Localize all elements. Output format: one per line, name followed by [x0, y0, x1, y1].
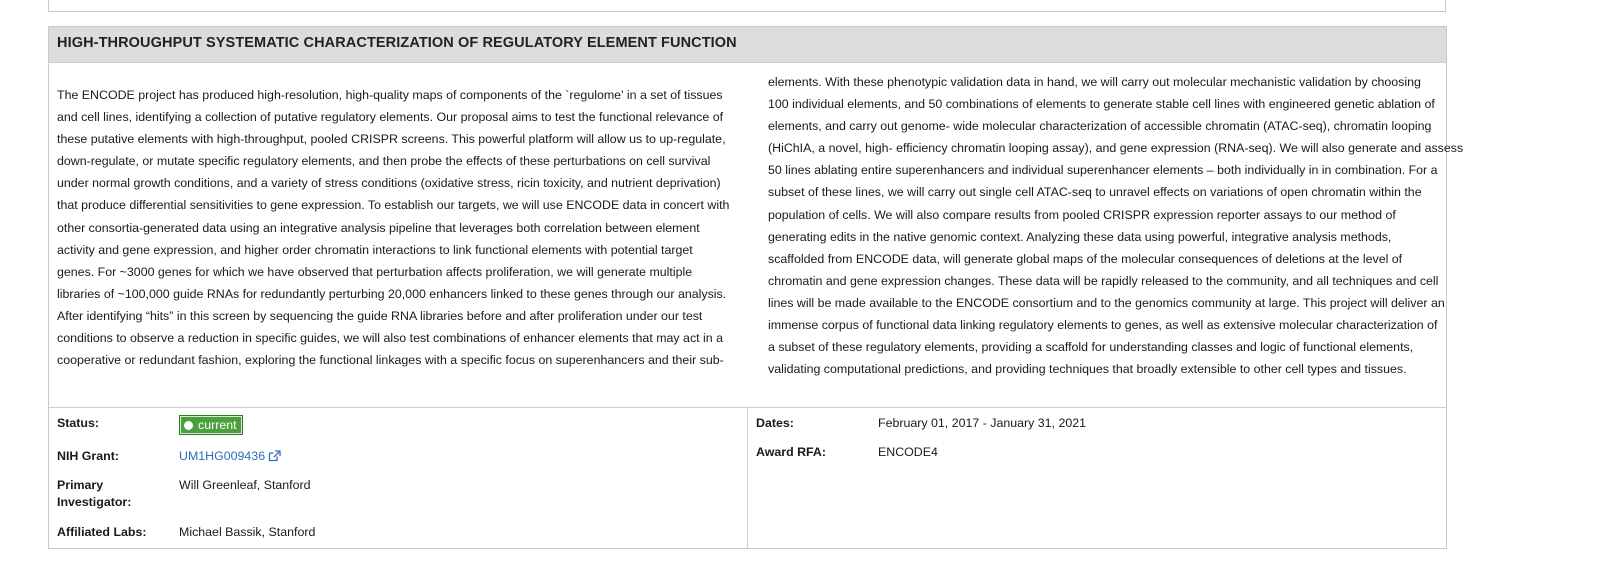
- status-value: current: [198, 418, 237, 432]
- award-metadata: Status: current NIH Grant: UM1HG009436 P…: [49, 408, 1446, 548]
- description-line: population of cells. We will also compar…: [768, 207, 1396, 222]
- nih-grant-link[interactable]: UM1HG009436: [179, 449, 265, 463]
- nih-grant-label: NIH Grant:: [57, 449, 119, 463]
- description-line: generating edits in the native genomic c…: [768, 229, 1392, 244]
- affiliated-labs-label: Affiliated Labs:: [57, 525, 147, 539]
- dates-value: February 01, 2017 - January 31, 2021: [878, 416, 1087, 430]
- description-line: subset of these lines, we will carry out…: [768, 185, 1422, 200]
- status-label: Status:: [57, 416, 99, 430]
- description-line: that produce differential sensitivities …: [57, 198, 730, 213]
- metadata-column-divider: [747, 408, 748, 548]
- description-line: activity and gene expression, and higher…: [57, 242, 693, 257]
- primary-investigator-value: Will Greenleaf, Stanford: [179, 478, 311, 492]
- description-line: genes. For ~3000 genes for which we have…: [57, 264, 693, 279]
- description-line: and cell lines, identifying a collection…: [57, 110, 724, 125]
- description-line: chromatin and gene expression changes. T…: [768, 273, 1439, 288]
- description-line: down-regulate, or mutate specific regula…: [57, 154, 711, 169]
- previous-panel-bottom: [48, 0, 1446, 12]
- primary-investigator-label-line1: Primary: [57, 478, 104, 492]
- external-link-icon[interactable]: [268, 450, 281, 467]
- affiliated-labs-value: Michael Bassik, Stanford: [179, 525, 316, 539]
- panel-title: HIGH-THROUGHPUT SYSTEMATIC CHARACTERIZAT…: [57, 35, 737, 51]
- award-rfa-value: ENCODE4: [878, 445, 938, 459]
- description-left-column: The ENCODE project has produced high-res…: [57, 84, 729, 371]
- description-line: (HiChIA, a novel, high- efficiency chrom…: [768, 141, 1464, 156]
- panel-header: HIGH-THROUGHPUT SYSTEMATIC CHARACTERIZAT…: [49, 27, 1446, 63]
- description-line: lines will be made available to the ENCO…: [768, 295, 1445, 310]
- description-line: After identifying “hits” in this screen …: [57, 308, 703, 323]
- description-line: conditions to observe a reduction in spe…: [57, 331, 724, 346]
- award-rfa-label: Award RFA:: [756, 445, 826, 459]
- description-line: under normal growth conditions, and a va…: [57, 176, 721, 191]
- description-line: elements, and carry out genome- wide mol…: [768, 119, 1432, 134]
- primary-investigator-label-line2: Investigator:: [57, 495, 132, 509]
- description-line: 100 individual elements, and 50 combinat…: [768, 97, 1435, 112]
- award-description: The ENCODE project has produced high-res…: [49, 63, 1464, 408]
- description-line: cooperative or redundant fashion, explor…: [57, 353, 724, 368]
- description-line: libraries of ~100,000 guide RNAs for red…: [57, 286, 727, 301]
- primary-investigator-label: Primary Investigator:: [57, 477, 131, 511]
- dates-label: Dates:: [756, 416, 794, 430]
- description-line: a subset of these regulatory elements, p…: [768, 340, 1414, 355]
- status-badge: current: [179, 415, 243, 435]
- description-line: immense corpus of functional data linkin…: [768, 318, 1438, 333]
- award-panel: HIGH-THROUGHPUT SYSTEMATIC CHARACTERIZAT…: [48, 26, 1464, 549]
- status-dot-icon: [184, 421, 193, 430]
- description-line: The ENCODE project has produced high-res…: [57, 88, 723, 102]
- description-line: other consortia-generated data using an …: [57, 220, 700, 235]
- description-line: 50 lines ablating entire superenhancers …: [768, 163, 1438, 178]
- description-line: these putative elements with high-throug…: [57, 132, 726, 147]
- nih-grant-value: UM1HG009436: [179, 448, 281, 467]
- description-line: elements. With these phenotypic validati…: [768, 75, 1421, 89]
- description-line: scaffolded from ENCODE data, will genera…: [768, 251, 1403, 266]
- description-line: validating computational predictions, an…: [768, 362, 1407, 377]
- description-right-column: elements. With these phenotypic validati…: [768, 71, 1464, 380]
